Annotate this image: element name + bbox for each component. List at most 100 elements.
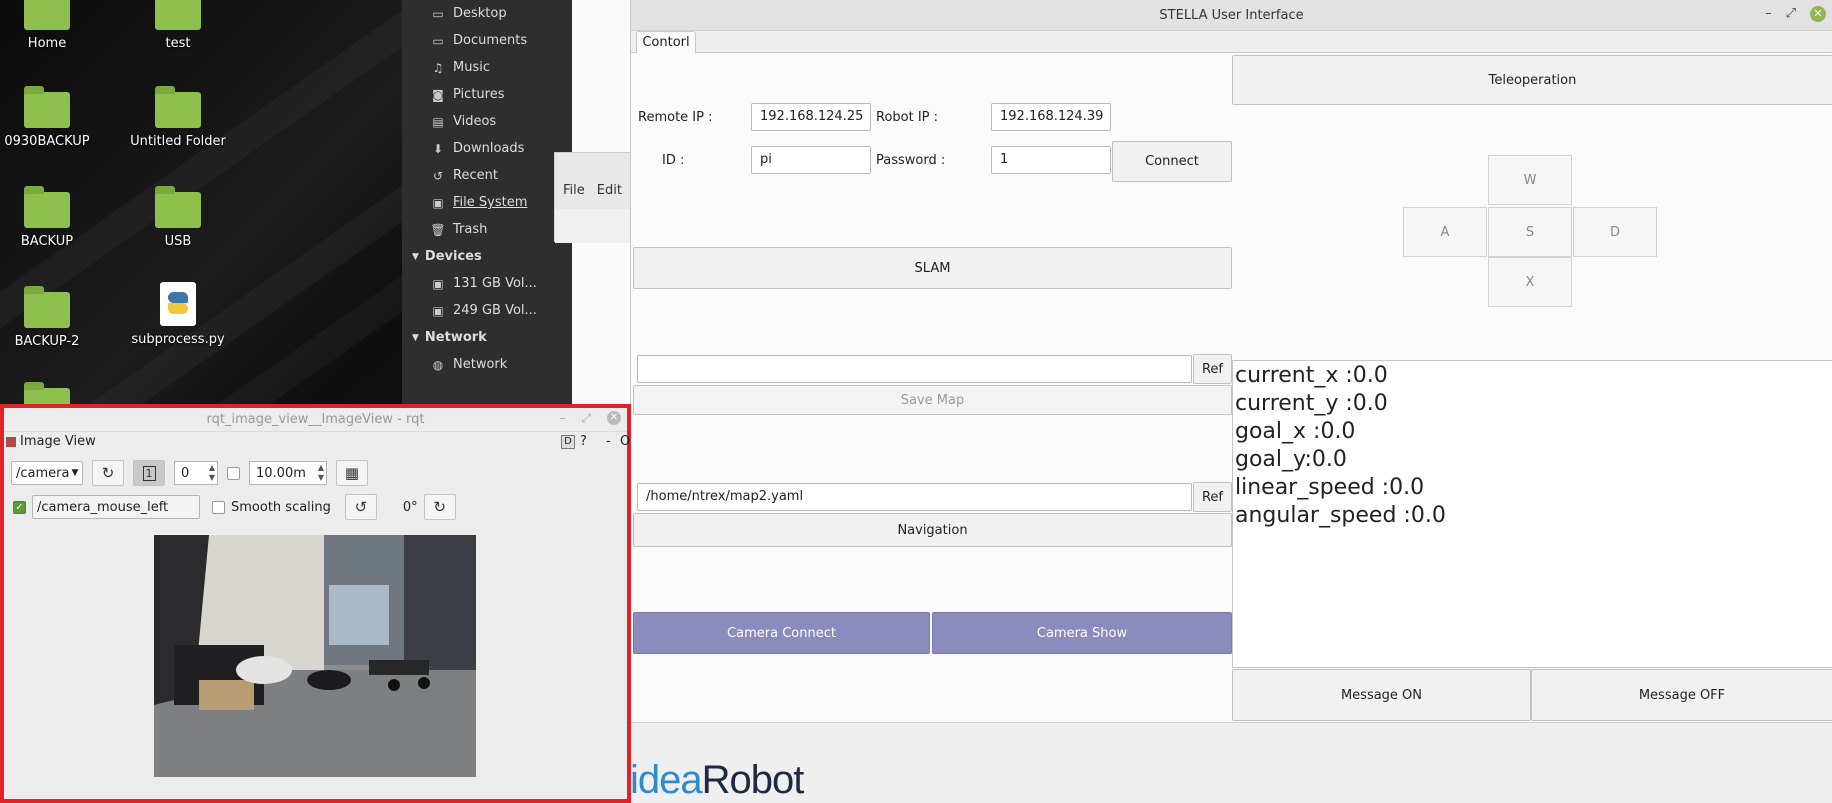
mouse-topic-field[interactable]: /camera_mouse_left	[32, 495, 200, 519]
sidebar-item-music[interactable]: ♫ Music	[402, 54, 572, 81]
window-title: STELLA User Interface	[1159, 8, 1304, 23]
message-off-button[interactable]: Message OFF	[1531, 669, 1832, 721]
python-file-icon	[160, 282, 196, 326]
desktop-icon-untitled-folder[interactable]: Untitled Folder	[118, 86, 238, 149]
menu-file[interactable]: File	[563, 183, 585, 198]
panel-title: Image View	[20, 434, 96, 449]
dock-d-badge[interactable]: D	[561, 434, 575, 449]
sidebar-item-trash[interactable]: 🗑 Trash	[402, 216, 572, 243]
folder-icon: ▭	[432, 33, 444, 48]
plugin-icon	[6, 436, 16, 447]
camera-show-button[interactable]: Camera Show	[932, 612, 1232, 654]
mouse-publish-checkbox[interactable]: ✓	[13, 500, 26, 514]
minimize-panel-button[interactable]: -	[606, 434, 611, 449]
spin-arrows-icon[interactable]: ▲ ▼	[209, 463, 215, 483]
smooth-scaling-label: Smooth scaling	[231, 499, 331, 515]
sidebar-item-file-system[interactable]: ▣ File System	[402, 189, 572, 216]
close-icon[interactable]: ✕	[1810, 6, 1826, 22]
sidebar-item-pictures[interactable]: ◙ Pictures	[402, 81, 572, 108]
sidebar-item-downloads[interactable]: ⬇ Downloads	[402, 135, 572, 162]
tab-contorl[interactable]: Contorl	[636, 31, 696, 54]
camera-image[interactable]	[154, 535, 476, 777]
zoom-1-button[interactable]: 1	[133, 460, 165, 486]
robot-ip-field[interactable]: 192.168.124.39	[991, 103, 1111, 131]
connect-button[interactable]: Connect	[1112, 141, 1232, 182]
ref-load-button[interactable]: Ref	[1193, 482, 1232, 512]
desktop-icon-usb[interactable]: USB	[118, 186, 238, 249]
key-d-button[interactable]: D	[1573, 207, 1657, 257]
drive-icon: ▣	[432, 195, 444, 210]
id-field[interactable]: pi	[751, 146, 871, 174]
rotate-right-button[interactable]: ↻	[423, 494, 456, 520]
rqt-image-view-window: rqt_image_view__ImageView - rqt – ⤢ ✕ Im…	[0, 404, 631, 803]
spin-arrows-icon[interactable]: ▲ ▼	[318, 463, 324, 483]
desktop-icon-backup-2[interactable]: BACKUP-2	[0, 286, 107, 349]
background-window: File Edit	[554, 152, 635, 243]
refresh-icon: ↻	[101, 464, 115, 482]
trash-icon: 🗑	[430, 222, 446, 237]
ref-save-button[interactable]: Ref	[1193, 354, 1232, 384]
map-load-path-field[interactable]: /home/ntrex/map2.yaml	[637, 483, 1192, 511]
minimize-icon[interactable]: –	[1765, 6, 1772, 22]
rqt-window-title: rqt_image_view__ImageView - rqt	[206, 412, 425, 427]
refresh-button[interactable]: ↻	[92, 460, 124, 486]
stella-titlebar[interactable]: STELLA User Interface – ⤢ ✕	[631, 0, 1832, 31]
devices-header[interactable]: ▼ Devices	[402, 243, 572, 270]
zoom-1-icon: 1	[142, 465, 156, 481]
teleoperation-button[interactable]: Teleoperation	[1232, 55, 1832, 105]
id-label: ID :	[662, 153, 685, 168]
number-spinbox[interactable]: 0 ▲ ▼	[174, 461, 218, 485]
close-panel-button[interactable]: O	[620, 434, 630, 449]
key-a-button[interactable]: A	[1403, 207, 1487, 257]
key-x-button[interactable]: X	[1488, 257, 1572, 307]
desktop-icon-0930backup[interactable]: 0930BACKUP	[0, 86, 107, 149]
maximize-icon[interactable]: ⤢	[581, 411, 591, 426]
desktop-icon-backup[interactable]: BACKUP	[0, 186, 107, 249]
dynamic-range-checkbox[interactable]	[227, 466, 240, 480]
desktop-icon-test[interactable]: test	[118, 0, 238, 51]
map-save-path-field[interactable]	[637, 355, 1192, 383]
smooth-scaling-checkbox[interactable]	[212, 500, 225, 514]
slam-button[interactable]: SLAM	[633, 247, 1232, 289]
password-field[interactable]: 1	[991, 146, 1111, 174]
camera-icon: ◙	[432, 87, 444, 102]
menu-edit[interactable]: Edit	[597, 183, 622, 198]
sidebar-item-network[interactable]: ◍ Network	[402, 351, 572, 378]
maximize-icon[interactable]: ⤢	[1786, 6, 1796, 22]
close-icon[interactable]: ✕	[607, 411, 621, 425]
key-s-button[interactable]: S	[1488, 207, 1572, 257]
rotate-right-icon: ↻	[433, 498, 446, 516]
sidebar-item-recent[interactable]: ↺ Recent	[402, 162, 572, 189]
sidebar-item-documents[interactable]: ▭ Documents	[402, 27, 572, 54]
chevron-down-icon: ▼	[71, 468, 79, 478]
navigation-button[interactable]: Navigation	[633, 513, 1232, 547]
sidebar-item-desktop[interactable]: ▭ Desktop	[402, 0, 572, 27]
control-panel: Remote IP : 192.168.124.25 Robot IP : 19…	[631, 53, 1832, 723]
folder-icon: ▭	[432, 6, 444, 21]
camera-connect-button[interactable]: Camera Connect	[633, 612, 930, 654]
angular-speed-value: angular_speed :0.0	[1235, 503, 1446, 528]
desktop-icon-subprocess-py[interactable]: subprocess.py	[118, 282, 238, 347]
sidebar-item-videos[interactable]: ▤ Videos	[402, 108, 572, 135]
topic-select[interactable]: /camera ▼	[11, 461, 83, 485]
message-on-button[interactable]: Message ON	[1232, 669, 1531, 721]
duration-spinbox[interactable]: 10.00m ▲ ▼	[249, 461, 327, 485]
file-manager-sidebar: ▭ Desktop ▭ Documents ♫ Music ◙ Pictures ▤ Vi…	[402, 0, 572, 420]
linear-speed-value: linear_speed :0.0	[1235, 475, 1425, 500]
save-map-button[interactable]: Save Map	[633, 385, 1232, 415]
drive-icon: ▣	[432, 276, 444, 291]
collapse-arrow-icon: ▼	[412, 251, 419, 262]
key-w-button[interactable]: W	[1488, 155, 1572, 205]
rqt-titlebar[interactable]: rqt_image_view__ImageView - rqt – ⤢ ✕	[4, 408, 627, 432]
help-button[interactable]: ?	[580, 434, 587, 449]
folder-icon	[155, 186, 201, 228]
camera-frame-illustration	[154, 535, 476, 777]
minimize-icon[interactable]: –	[559, 411, 565, 426]
rotate-left-button[interactable]: ↺	[344, 494, 377, 520]
network-header[interactable]: ▼ Network	[402, 324, 572, 351]
sidebar-item-volume-131[interactable]: ▣ 131 GB Vol...	[402, 270, 572, 297]
desktop-icon-home[interactable]: Home	[0, 0, 107, 51]
remote-ip-field[interactable]: 192.168.124.25	[751, 103, 871, 131]
sidebar-item-volume-249[interactable]: ▣ 249 GB Vol...	[402, 297, 572, 324]
save-image-button[interactable]: ▦	[336, 460, 368, 486]
